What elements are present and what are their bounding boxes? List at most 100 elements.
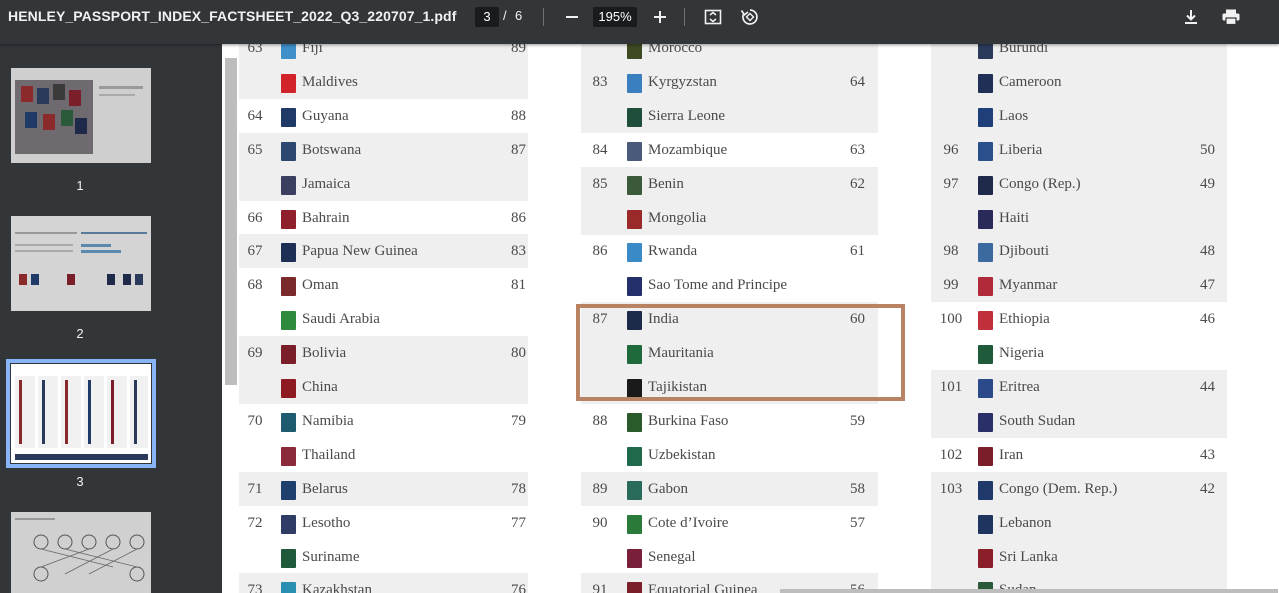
rank-number: 72 <box>247 514 263 531</box>
country-name: Myanmar <box>999 277 1058 294</box>
table-row: 98 Djibouti 48 <box>931 234 1227 269</box>
print-button[interactable] <box>1219 5 1243 29</box>
country-name: Sao Tome and Principe <box>648 277 788 294</box>
print-icon <box>1222 9 1240 25</box>
highlight-box-india-rank <box>576 304 905 401</box>
table-row: Mongolia <box>581 200 878 235</box>
passport-icon <box>978 107 993 127</box>
rank-number: 73 <box>247 582 263 593</box>
table-row: South Sudan <box>931 403 1227 438</box>
zoom-level-input[interactable]: 195% <box>593 7 637 27</box>
passport-icon <box>281 209 296 229</box>
country-name: Congo (Dem. Rep.) <box>999 480 1118 497</box>
country-name: Gabon <box>648 480 688 497</box>
country-name: Bolivia <box>302 345 347 362</box>
page-number-input[interactable]: 3 <box>475 7 499 27</box>
country-name: Equatorial Guinea <box>648 582 758 593</box>
zoom-out-button[interactable] <box>560 5 584 29</box>
table-row: 73 Kazakhstan 76 <box>239 573 528 593</box>
table-row: Jamaica <box>239 166 528 201</box>
visa-free-score: 44 <box>1200 379 1215 395</box>
passport-icon <box>978 277 993 297</box>
passport-icon <box>281 446 296 466</box>
visa-free-score: 83 <box>511 243 526 260</box>
table-row: Lebanon <box>931 505 1227 540</box>
visa-free-score: 62 <box>850 175 865 192</box>
visa-free-score: 42 <box>1200 480 1215 497</box>
passport-icon <box>281 582 296 593</box>
passport-icon <box>281 243 296 263</box>
toolbar-divider <box>684 8 685 26</box>
thumbnail-image <box>11 512 151 593</box>
rank-number: 64 <box>247 107 263 124</box>
table-row: 68 Oman 81 <box>239 268 528 302</box>
zoom-in-button[interactable] <box>648 5 672 29</box>
table-row: Cameroon <box>931 64 1227 99</box>
passport-icon <box>978 141 993 161</box>
table-row: 65 Botswana 87 <box>239 132 528 167</box>
passport-icon <box>281 311 296 331</box>
country-name: Burkina Faso <box>648 412 729 429</box>
country-name: Mozambique <box>648 141 728 158</box>
page-thumbnail-2[interactable] <box>11 216 151 311</box>
country-name: Thailand <box>302 446 356 463</box>
horizontal-scrollbar[interactable] <box>780 589 1278 593</box>
country-name: Kazakhstan <box>302 582 372 593</box>
page-thumbnail-1[interactable] <box>11 68 151 163</box>
table-row: 103 Congo (Dem. Rep.) 42 <box>931 471 1227 506</box>
visa-free-score: 64 <box>850 73 865 90</box>
rank-number: 96 <box>943 141 959 158</box>
passport-icon <box>281 73 296 93</box>
passport-icon <box>281 412 296 432</box>
table-row: Uzbekistan <box>581 438 878 472</box>
passport-icon <box>627 514 642 534</box>
visa-free-score: 80 <box>511 345 526 362</box>
visa-free-score: 43 <box>1200 446 1215 463</box>
table-row: 72 Lesotho 77 <box>239 506 528 540</box>
rank-number: 70 <box>247 412 263 429</box>
pdf-page-view[interactable]: 63 Fiji 89 Maldives 64 Guyana 88 65 Botswana 87 Ja… <box>222 44 1279 593</box>
vertical-scrollbar[interactable] <box>225 58 237 385</box>
table-row: 101 Eritrea 44 <box>931 370 1227 404</box>
country-name: Ethiopia <box>999 311 1050 328</box>
visa-free-score: 57 <box>850 514 865 531</box>
table-row: Saudi Arabia <box>239 302 528 336</box>
thumbnail-page-number: 2 <box>76 326 84 341</box>
passport-icon <box>978 73 993 93</box>
rank-number: 89 <box>592 480 608 497</box>
page-thumbnail-3[interactable] <box>6 359 156 468</box>
passport-icon <box>627 107 642 127</box>
table-row: 63 Fiji 89 <box>239 44 528 65</box>
document-title: HENLEY_PASSPORT_INDEX_FACTSHEET_2022_Q3_… <box>8 8 457 24</box>
rank-number: 97 <box>943 175 959 192</box>
rank-number: 83 <box>592 73 608 90</box>
visa-free-score: 78 <box>511 480 526 497</box>
rank-number: 102 <box>939 446 963 463</box>
visa-free-score: 76 <box>511 582 526 593</box>
table-row: 97 Congo (Rep.) 49 <box>931 166 1227 201</box>
visa-free-score: 50 <box>1200 141 1215 158</box>
passport-icon <box>627 73 642 93</box>
country-name: Oman <box>302 277 339 294</box>
download-button[interactable] <box>1179 5 1203 29</box>
passport-icon <box>281 107 296 127</box>
country-name: Lesotho <box>302 514 351 531</box>
country-name: Jamaica <box>302 175 351 192</box>
table-row: 89 Gabon 58 <box>581 471 878 506</box>
fit-to-page-button[interactable] <box>701 5 725 29</box>
thumbnail-page-number: 3 <box>76 474 84 489</box>
rank-number: 67 <box>247 243 263 260</box>
passport-icon <box>281 44 296 59</box>
rank-number: 91 <box>592 582 608 593</box>
country-name: Congo (Rep.) <box>999 175 1081 192</box>
passport-icon <box>978 345 993 365</box>
rotate-button[interactable] <box>738 5 762 29</box>
minus-icon <box>566 16 578 18</box>
country-name: Suriname <box>302 548 360 565</box>
country-name: Eritrea <box>999 379 1040 395</box>
country-name: Maldives <box>302 73 358 90</box>
passport-icon <box>978 243 993 263</box>
country-name: Burundi <box>999 44 1049 56</box>
page-thumbnail-4[interactable] <box>11 512 151 593</box>
rank-number: 84 <box>592 141 608 158</box>
